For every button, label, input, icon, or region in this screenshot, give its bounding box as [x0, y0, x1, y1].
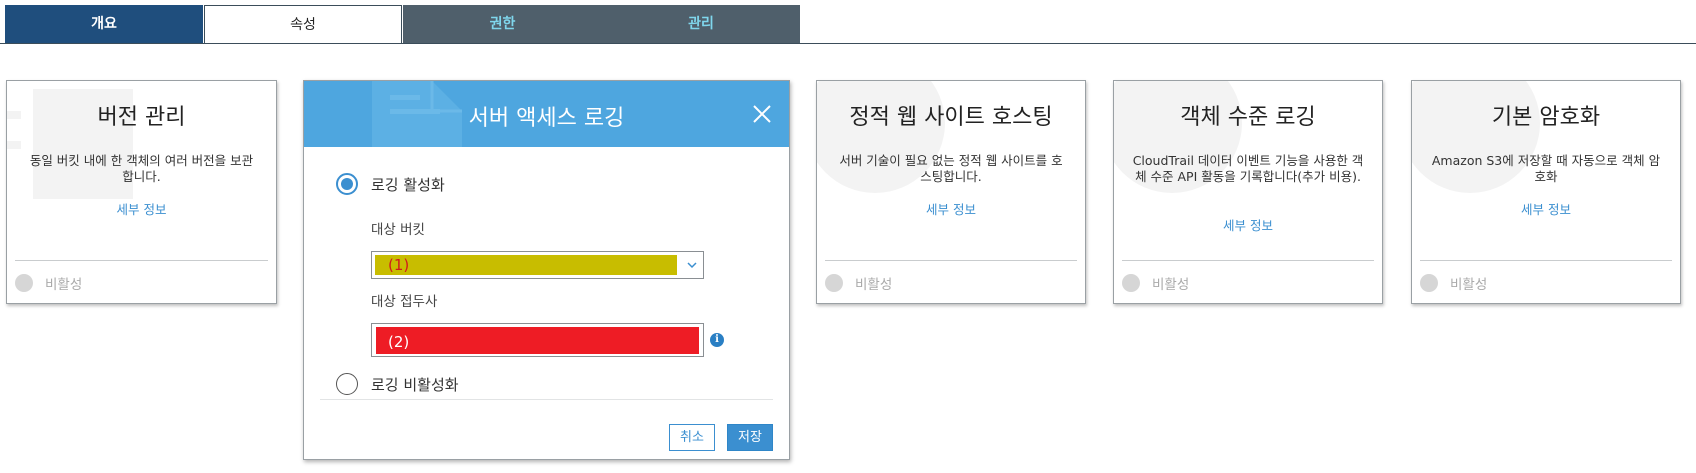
tab-bar: 개요 속성 권한 관리 — [0, 0, 1696, 44]
card-divider — [1420, 260, 1672, 261]
status-text: 비활성 — [45, 277, 83, 293]
details-link[interactable]: 세부 정보 — [817, 199, 1085, 218]
details-link[interactable]: 세부 정보 — [1412, 199, 1680, 218]
redacted-bucket-value — [375, 255, 677, 275]
disable-logging-radio[interactable] — [336, 373, 358, 395]
tab-permissions[interactable]: 권한 — [403, 5, 602, 43]
card-static-website-hosting[interactable]: 정적 웹 사이트 호스팅 서버 기술이 필요 없는 정적 웹 사이트를 호스팅합… — [816, 80, 1086, 304]
target-bucket-value: (1) — [388, 256, 410, 274]
target-bucket-select[interactable]: (1) — [371, 251, 704, 279]
status-dot-icon — [825, 274, 843, 292]
status-indicator: 비활성 — [1122, 273, 1189, 293]
save-button[interactable]: 저장 — [727, 424, 773, 451]
card-divider — [15, 260, 268, 261]
card-title: 정적 웹 사이트 호스팅 — [849, 105, 1053, 130]
target-bucket-label: 대상 버킷 — [371, 222, 425, 238]
card-versioning[interactable]: 버전 관리 동일 버킷 내에 한 객체의 여러 버전을 보관합니다. 세부 정보… — [6, 80, 277, 304]
details-link[interactable]: 세부 정보 — [7, 199, 276, 218]
card-title: 버전 관리 — [97, 105, 186, 130]
card-description: 서버 기술이 필요 없는 정적 웹 사이트를 호스팅합니다. — [839, 153, 1063, 184]
tab-properties[interactable]: 속성 — [204, 5, 402, 44]
server-access-logging-dialog: 서버 액세스 로깅 로깅 활성화 대상 버킷 (1) 대상 접두사 (2) i … — [303, 80, 790, 460]
status-text: 비활성 — [1450, 277, 1488, 293]
cancel-button[interactable]: 취소 — [669, 424, 715, 451]
card-title: 객체 수준 로깅 — [1180, 105, 1316, 130]
redacted-prefix-value — [376, 327, 699, 354]
tab-overview[interactable]: 개요 — [5, 5, 203, 43]
chevron-down-icon — [687, 262, 697, 269]
card-divider — [825, 260, 1077, 261]
target-prefix-value: (2) — [388, 333, 410, 351]
dialog-divider — [320, 399, 773, 400]
target-prefix-input[interactable]: (2) — [371, 323, 704, 357]
disable-logging-label[interactable]: 로깅 비활성화 — [371, 374, 459, 395]
card-object-level-logging[interactable]: 객체 수준 로깅 CloudTrail 데이터 이벤트 기능을 사용한 객체 수… — [1113, 80, 1383, 304]
status-dot-icon — [15, 274, 33, 292]
details-link[interactable]: 세부 정보 — [1114, 215, 1382, 234]
status-dot-icon — [1420, 274, 1438, 292]
status-indicator: 비활성 — [15, 273, 82, 293]
target-prefix-label: 대상 접두사 — [371, 294, 438, 310]
tab-management[interactable]: 관리 — [602, 5, 800, 43]
card-divider — [1122, 260, 1374, 261]
card-description: Amazon S3에 저장할 때 자동으로 객체 암호화 — [1431, 153, 1661, 184]
dialog-title: 서버 액세스 로깅 — [468, 106, 625, 131]
card-title: 기본 암호화 — [1491, 105, 1601, 130]
enable-logging-radio[interactable] — [336, 173, 358, 195]
status-indicator: 비활성 — [1420, 273, 1487, 293]
info-icon[interactable]: i — [710, 333, 724, 347]
status-text: 비활성 — [855, 277, 893, 293]
enable-logging-label[interactable]: 로깅 활성화 — [371, 174, 445, 195]
card-description: CloudTrail 데이터 이벤트 기능을 사용한 객체 수준 API 활동을… — [1132, 153, 1364, 184]
status-indicator: 비활성 — [825, 273, 892, 293]
tab-baseline — [0, 43, 1696, 44]
dialog-header: 서버 액세스 로깅 — [304, 81, 789, 147]
status-text: 비활성 — [1152, 277, 1190, 293]
close-icon[interactable] — [751, 103, 773, 125]
card-default-encryption[interactable]: 기본 암호화 Amazon S3에 저장할 때 자동으로 객체 암호화 세부 정… — [1411, 80, 1681, 304]
status-dot-icon — [1122, 274, 1140, 292]
card-description: 동일 버킷 내에 한 객체의 여러 버전을 보관합니다. — [29, 153, 254, 184]
